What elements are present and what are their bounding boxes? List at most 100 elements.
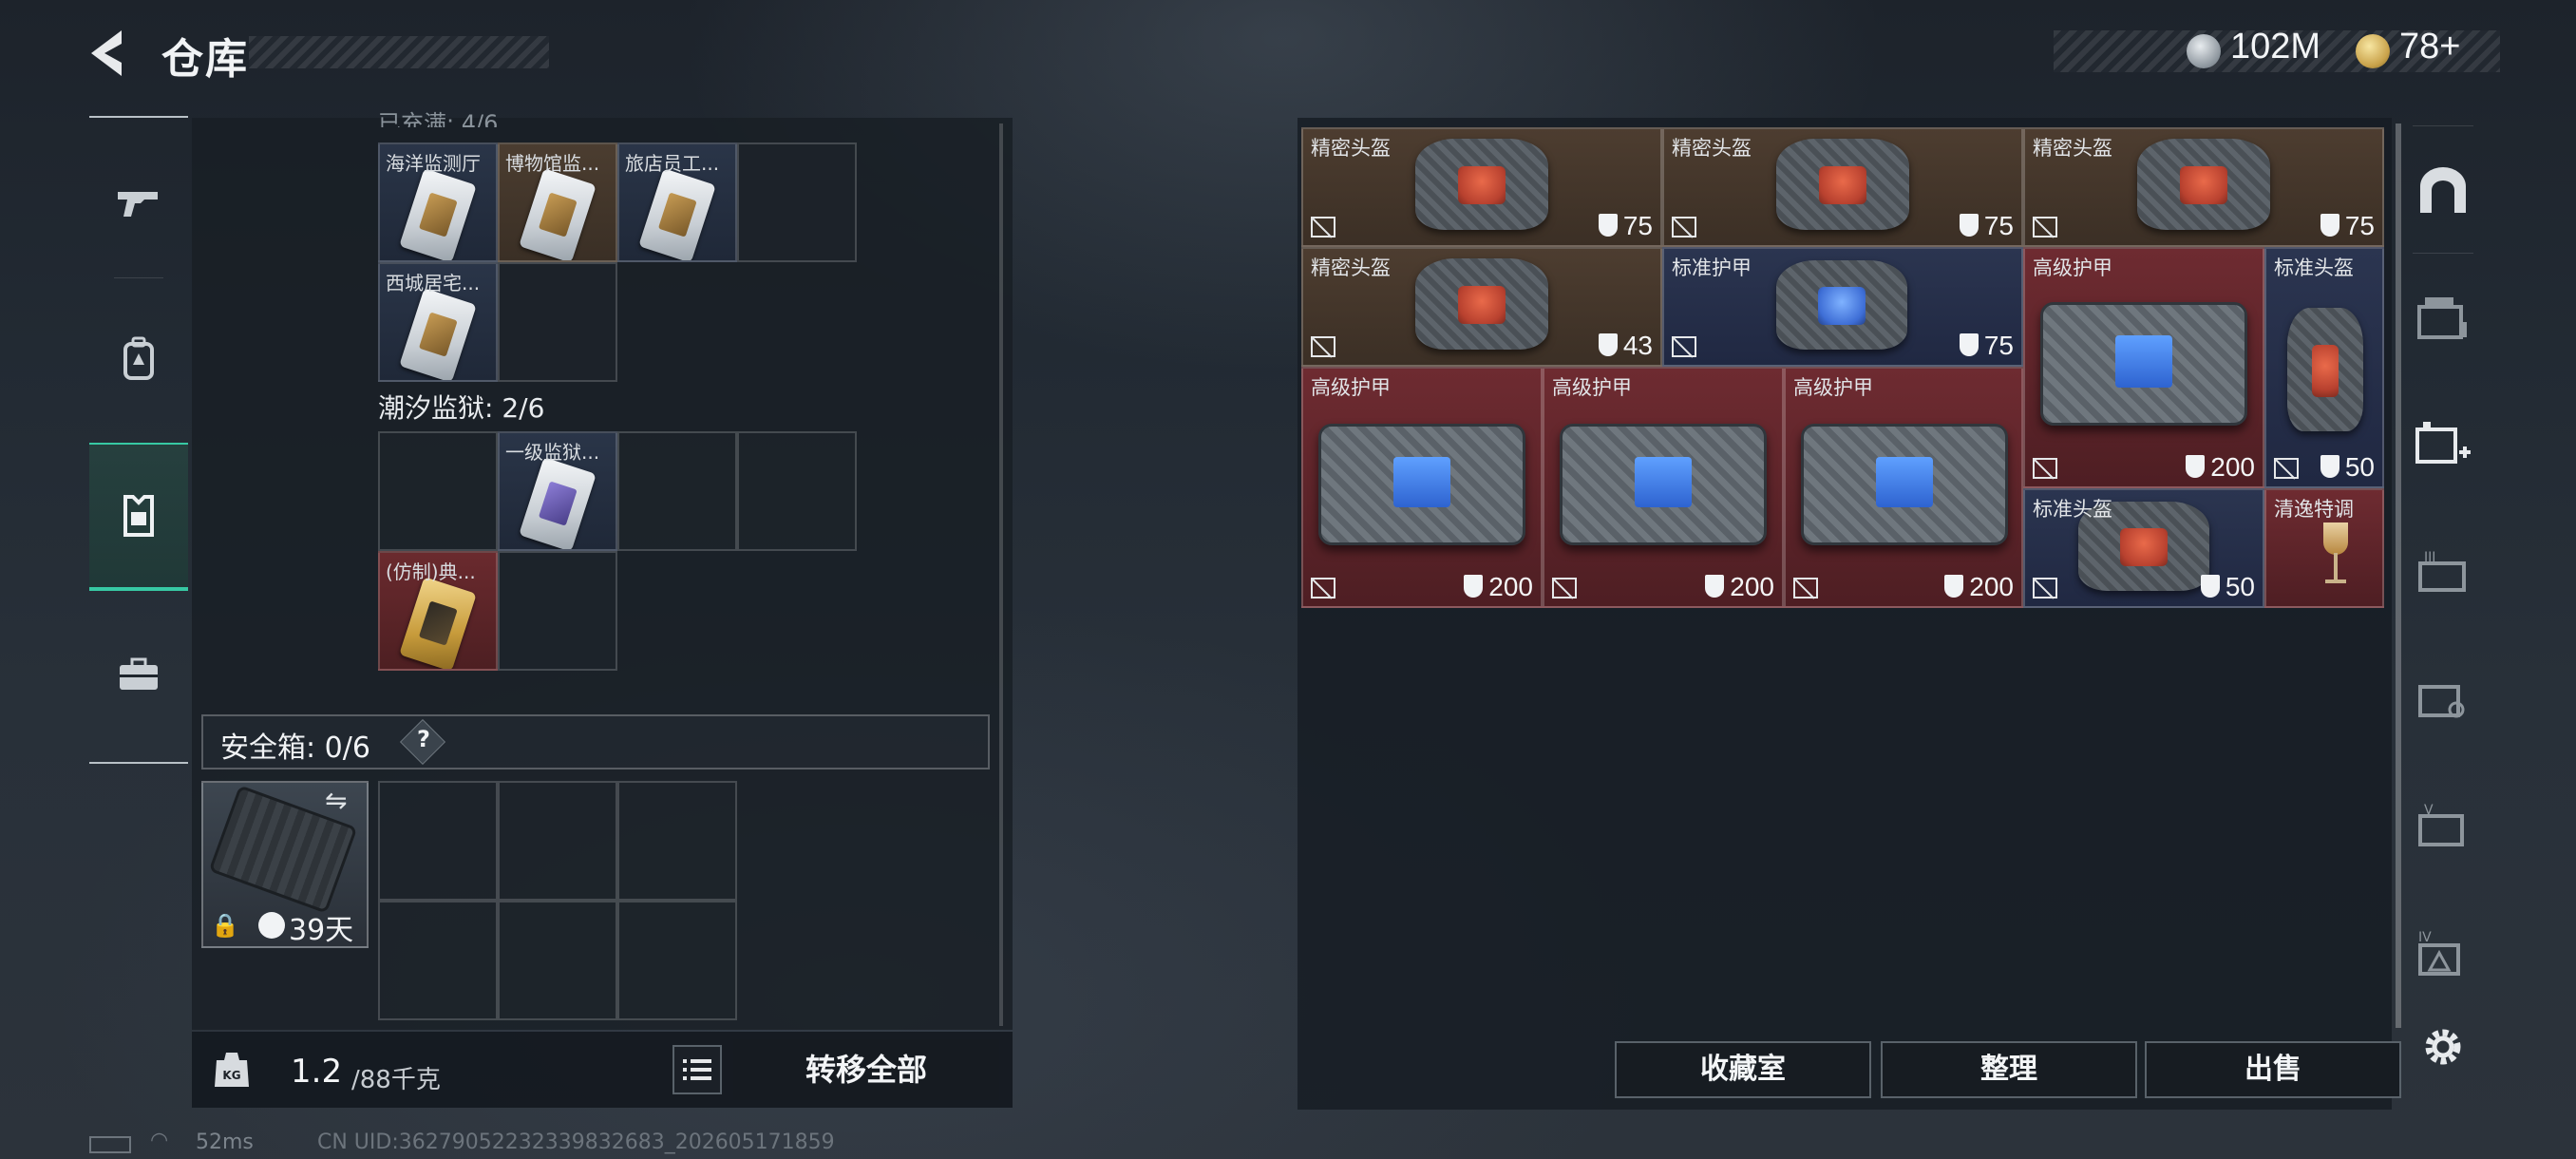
shield-icon [1944, 575, 1964, 598]
weight-icon-text: KG [222, 1069, 240, 1082]
stash-item[interactable]: 精密头盔 75 [1662, 127, 2023, 247]
transfer-all-button[interactable]: 转移全部 [733, 1039, 999, 1100]
item-durability: 75 [1959, 331, 2014, 361]
stash-item[interactable]: 高级护甲 200 [1543, 367, 1784, 608]
empty-slot[interactable] [737, 142, 857, 262]
gun-icon [118, 192, 158, 217]
keycard-slot[interactable]: 海洋监测厅 [378, 142, 498, 262]
keycard-slot[interactable]: 博物馆监... [498, 142, 617, 262]
item-name: 高级护甲 [2033, 256, 2112, 279]
briefcase-icon [120, 657, 158, 690]
empty-slot[interactable] [378, 431, 498, 551]
stash-item[interactable]: 精密头盔 75 [1301, 127, 1662, 247]
keycard-label: (仿制)典... [386, 560, 476, 583]
stash-item[interactable]: 清逸特调 [2264, 488, 2384, 608]
keycard-slot[interactable]: (仿制)典... [378, 551, 498, 671]
lock-icon: 🔒 [211, 912, 239, 939]
stash-item[interactable]: 标准头盔 50 [2023, 488, 2264, 608]
collection-room-button[interactable]: 收藏室 [1615, 1041, 1871, 1098]
durability-value: 50 [2225, 572, 2255, 601]
tier-5-icon: V [2418, 803, 2464, 846]
shield-icon [1598, 333, 1618, 356]
category-cases[interactable] [89, 600, 188, 749]
tier-3-icon: III [2418, 550, 2466, 592]
no-repair-icon [2033, 458, 2057, 479]
shield-icon [1959, 333, 1979, 356]
safe-slot[interactable] [617, 781, 737, 901]
safe-slot[interactable] [498, 901, 617, 1020]
sell-button[interactable]: 出售 [2145, 1041, 2401, 1098]
item-durability: 200 [1705, 572, 1774, 602]
tier-4-icon: IV [2418, 930, 2460, 976]
item-durability: 200 [1944, 572, 2014, 602]
durability-value: 75 [1983, 211, 2014, 240]
tool-stash-6[interactable]: IV [2409, 920, 2477, 988]
gold-amount[interactable]: 78+ [2399, 27, 2460, 67]
keycard-slot[interactable]: 一级监狱... [498, 431, 617, 551]
keycard-slot[interactable]: 西城居宅... [378, 262, 498, 382]
safe-slot[interactable] [378, 781, 498, 901]
category-weapons[interactable] [89, 129, 188, 277]
durability-value: 200 [1730, 572, 1774, 601]
keycard-label: 一级监狱... [505, 441, 600, 464]
stash-scrollbar[interactable] [2396, 124, 2401, 1028]
safe-slot[interactable] [378, 901, 498, 1020]
no-repair-icon [1311, 336, 1335, 357]
stash-item[interactable]: 精密头盔 75 [2023, 127, 2384, 247]
item-name: 高级护甲 [1552, 376, 1632, 399]
item-durability: 50 [2200, 572, 2255, 602]
safe-box-label: 安全箱: 0/6 [220, 732, 370, 765]
item-name: 高级护甲 [1793, 376, 1873, 399]
item-name: 标准头盔 [2033, 498, 2112, 521]
item-name: 精密头盔 [2033, 137, 2112, 160]
no-repair-icon [1311, 217, 1335, 238]
armor-icon [1318, 424, 1525, 545]
tool-stash-4[interactable] [2409, 665, 2477, 733]
tool-stash-main[interactable] [2409, 156, 2477, 224]
tool-stash-2[interactable] [2409, 283, 2477, 352]
backpack-scrollbar[interactable] [999, 124, 1003, 1026]
list-view-button[interactable] [672, 1045, 722, 1094]
tool-stash-5[interactable]: V [2409, 792, 2477, 861]
safe-slot[interactable] [498, 781, 617, 901]
durability-value: 75 [1983, 331, 2014, 360]
category-backpack[interactable] [89, 285, 188, 433]
stash-item[interactable]: 高级护甲 200 [1301, 367, 1543, 608]
tool-add-stash[interactable] [2409, 410, 2477, 479]
svg-text:V: V [2424, 803, 2434, 818]
stash-item[interactable]: 标准头盔 50 [2264, 247, 2384, 488]
item-name: 标准护甲 [1672, 256, 1752, 279]
sort-button[interactable]: 整理 [1881, 1041, 2137, 1098]
empty-slot[interactable] [498, 262, 617, 382]
toolbar-separator [2413, 125, 2473, 126]
armor-icon [1560, 424, 1767, 545]
safe-slot[interactable] [617, 901, 737, 1020]
stash-item[interactable]: 标准护甲 75 [1662, 247, 2023, 367]
empty-slot[interactable] [617, 431, 737, 551]
item-name: 精密头盔 [1311, 256, 1391, 279]
back-button[interactable] [84, 25, 141, 82]
stash-item[interactable]: 高级护甲 200 [2023, 247, 2264, 488]
section-title-prison: 潮汐监狱: 2/6 [378, 392, 545, 424]
keycard-slot[interactable]: 旅店员工... [617, 142, 737, 262]
help-button[interactable]: ? [414, 726, 433, 758]
keycard-icon [519, 168, 597, 260]
weight-value: 1.2 [291, 1053, 343, 1091]
list-icon [683, 1059, 711, 1080]
stash-item[interactable]: 高级护甲 200 [1784, 367, 2023, 608]
swap-icon[interactable]: ⇋ [325, 785, 347, 816]
stash-item[interactable]: 精密头盔 43 [1301, 247, 1662, 367]
category-vest[interactable] [89, 443, 188, 591]
rail-separator [114, 277, 163, 278]
safe-remaining-days: 39天 [289, 914, 354, 947]
tool-stash-3[interactable]: III [2409, 538, 2477, 606]
keycard-icon [638, 168, 716, 260]
empty-slot[interactable] [498, 551, 617, 671]
settings-button[interactable] [2409, 1013, 2477, 1081]
svg-text:IV: IV [2418, 930, 2432, 945]
durability-value: 200 [1969, 572, 2014, 601]
item-name: 标准头盔 [2274, 256, 2354, 279]
coin-amount[interactable]: 102M [2230, 27, 2320, 67]
empty-slot[interactable] [737, 431, 857, 551]
shield-icon [2186, 455, 2206, 478]
